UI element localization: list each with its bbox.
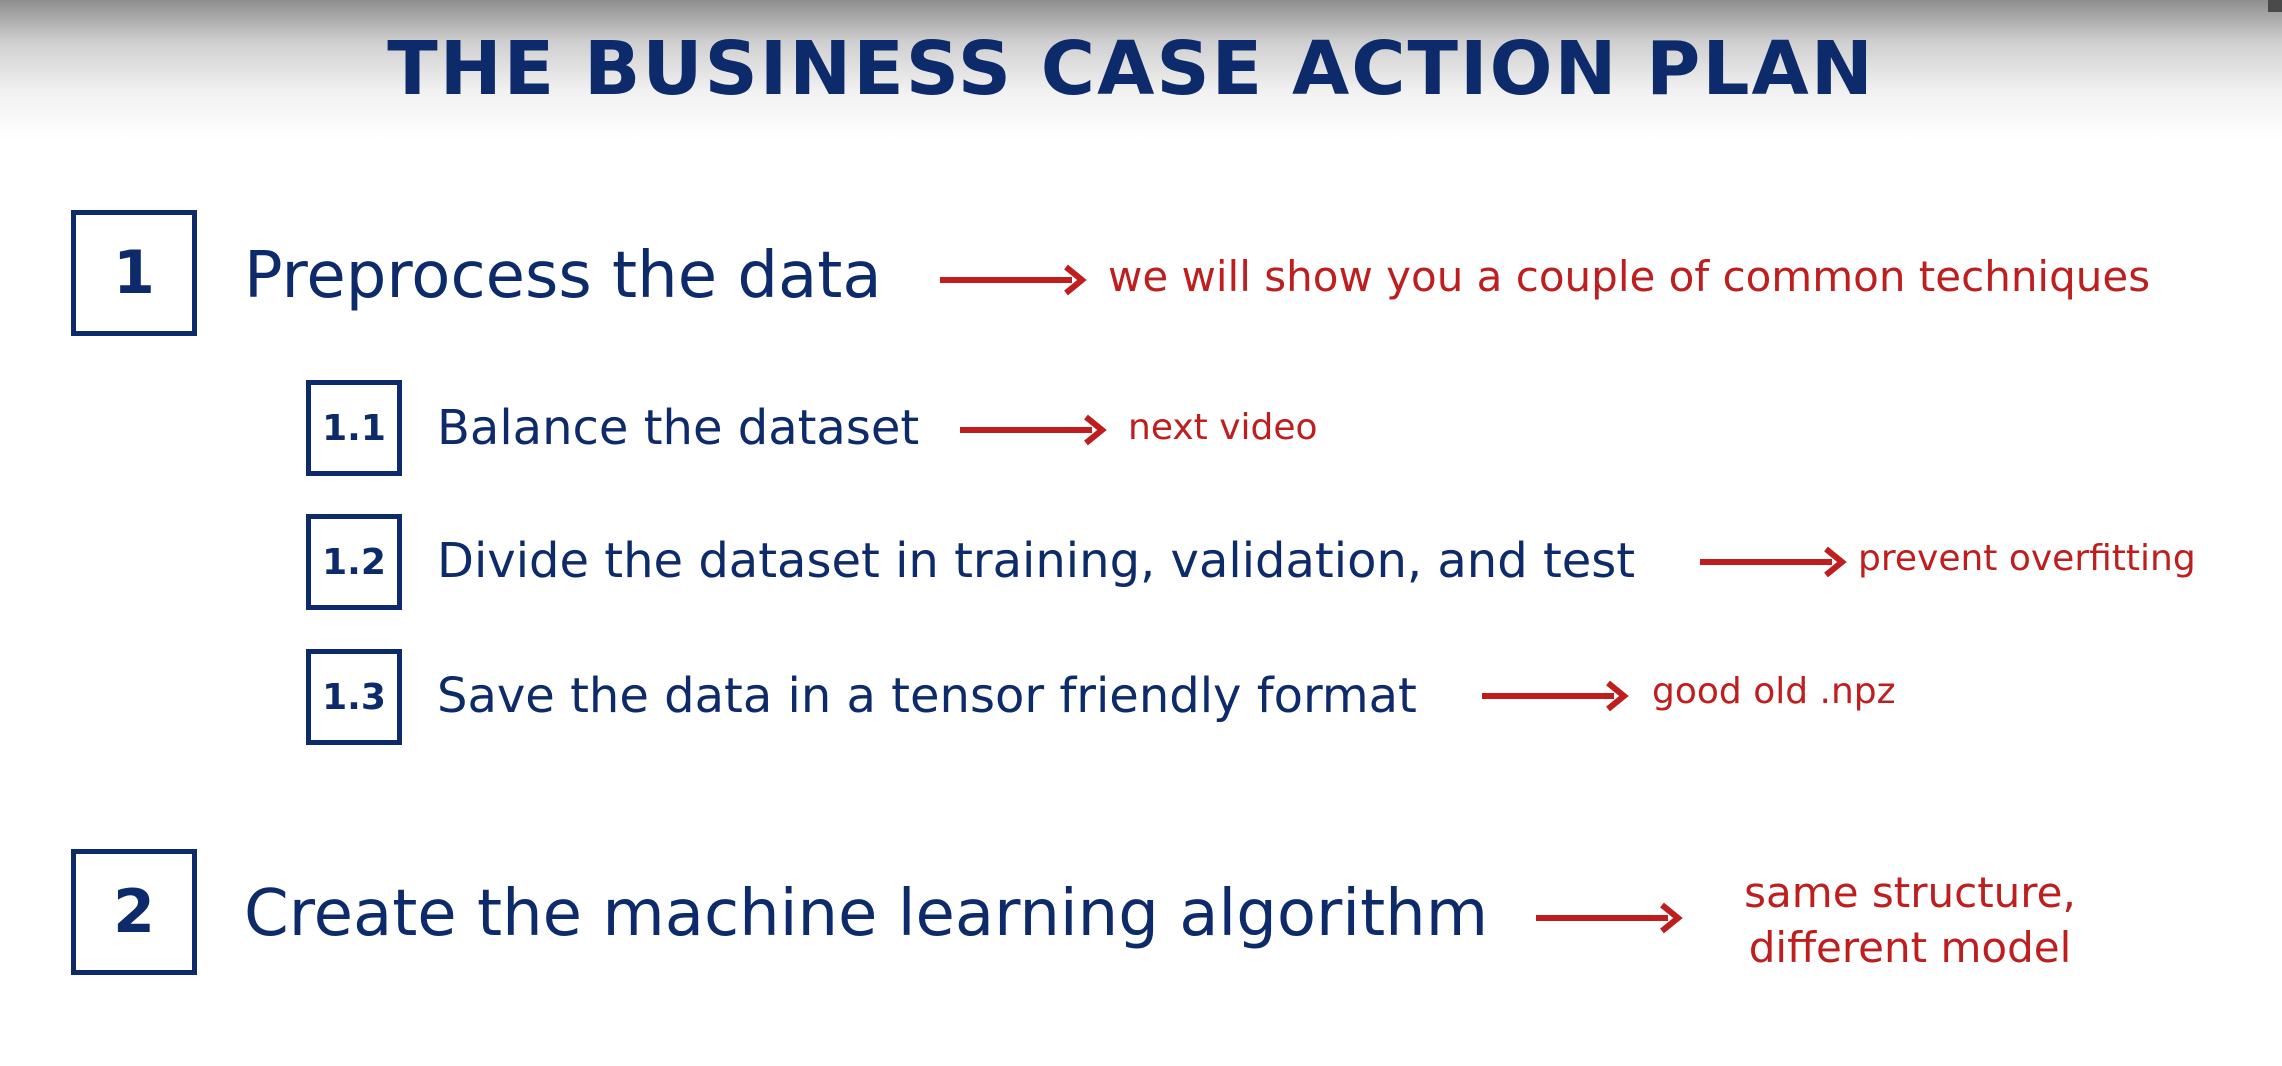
step-note-line: different model (1748, 922, 2072, 972)
substep-note: prevent overfitting (1858, 538, 2196, 579)
arrow-right-icon (1482, 680, 1629, 712)
step-note: same structure, different model (1700, 866, 2120, 975)
arrow-right-icon (1536, 902, 1683, 934)
substep-number-box: 1.3 (306, 649, 402, 745)
substep-title: Balance the dataset (437, 400, 920, 456)
substep-title: Save the data in a tensor friendly forma… (437, 668, 1417, 724)
step-number-box: 1 (71, 210, 197, 336)
step-title: Preprocess the data (244, 239, 882, 313)
substep-title: Divide the dataset in training, validati… (437, 533, 1636, 589)
step-note-line: same structure, (1744, 868, 2076, 917)
substep-note: good old .npz (1652, 671, 1896, 712)
slide-title: THE BUSINESS CASE ACTION PLAN (387, 26, 1875, 112)
arrow-right-icon (940, 264, 1087, 296)
step-title: Create the machine learning algorithm (244, 877, 1489, 951)
substep-number-box: 1.2 (306, 514, 402, 610)
step-number-box: 2 (71, 849, 197, 975)
substep-note: next video (1128, 407, 1318, 448)
step-note: we will show you a couple of common tech… (1108, 252, 2151, 301)
arrow-right-icon (1700, 546, 1847, 578)
arrow-right-icon (960, 414, 1107, 446)
corner-marker (2268, 0, 2282, 12)
substep-number-box: 1.1 (306, 380, 402, 476)
